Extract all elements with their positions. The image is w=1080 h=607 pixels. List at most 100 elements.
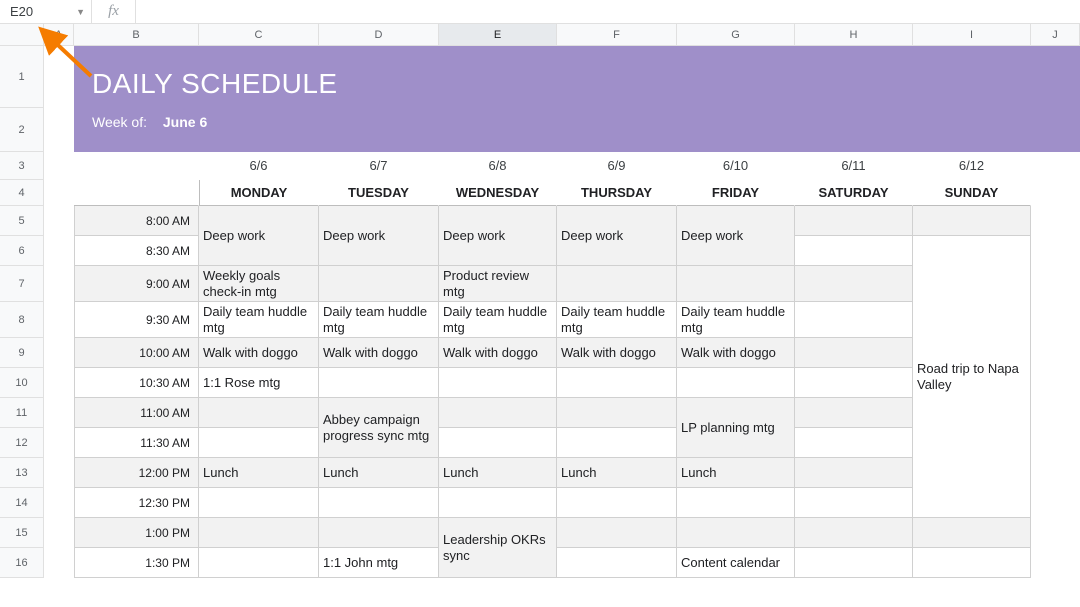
date-tue[interactable]: 6/7 xyxy=(319,152,439,180)
day-sun[interactable]: SUNDAY xyxy=(913,180,1031,206)
cell-A2[interactable] xyxy=(44,108,74,152)
name-box[interactable]: E20 ▼ xyxy=(0,0,92,23)
ev-thu-1300[interactable] xyxy=(557,518,677,548)
date-sat[interactable]: 6/11 xyxy=(795,152,913,180)
ev-sat-1130[interactable] xyxy=(795,428,913,458)
cell-J8[interactable] xyxy=(1031,302,1080,338)
cell-J9[interactable] xyxy=(1031,338,1080,368)
ev-sat-0900[interactable] xyxy=(795,266,913,302)
cell-B3[interactable] xyxy=(74,152,199,180)
time-1130[interactable]: 11:30 AM xyxy=(74,428,199,458)
row-head-10[interactable]: 10 xyxy=(0,368,44,398)
ev-mon-weeklygoals[interactable]: Weekly goals check-in mtg xyxy=(199,266,319,302)
ev-tue-0900[interactable] xyxy=(319,266,439,302)
day-tue[interactable]: TUESDAY xyxy=(319,180,439,206)
ev-mon-lunch[interactable]: Lunch xyxy=(199,458,319,488)
time-1200[interactable]: 12:00 PM xyxy=(74,458,199,488)
select-all-corner[interactable] xyxy=(0,24,44,46)
time-1330[interactable]: 1:30 PM xyxy=(74,548,199,578)
ev-sun-0800[interactable] xyxy=(913,206,1031,236)
ev-sat-1000[interactable] xyxy=(795,338,913,368)
day-fri[interactable]: FRIDAY xyxy=(677,180,795,206)
cell-J4[interactable] xyxy=(1031,180,1080,206)
ev-sun-1300[interactable] xyxy=(913,518,1031,548)
ev-wed-1130[interactable] xyxy=(439,428,557,458)
ev-fri-1030[interactable] xyxy=(677,368,795,398)
ev-wed-1030[interactable] xyxy=(439,368,557,398)
cell-J16[interactable] xyxy=(1031,548,1080,578)
time-0900[interactable]: 9:00 AM xyxy=(74,266,199,302)
cell-J11[interactable] xyxy=(1031,398,1080,428)
ev-thu-doggo[interactable]: Walk with doggo xyxy=(557,338,677,368)
cell-J12[interactable] xyxy=(1031,428,1080,458)
time-1030[interactable]: 10:30 AM xyxy=(74,368,199,398)
ev-sun-roadtrip[interactable]: Road trip to Napa Valley xyxy=(913,236,1031,518)
col-head-G[interactable]: G xyxy=(677,24,795,46)
cell-A6[interactable] xyxy=(44,236,74,266)
row-head-16[interactable]: 16 xyxy=(0,548,44,578)
ev-wed-doggo[interactable]: Walk with doggo xyxy=(439,338,557,368)
ev-thu-1330[interactable] xyxy=(557,548,677,578)
ev-sat-1300[interactable] xyxy=(795,518,913,548)
cell-A5[interactable] xyxy=(44,206,74,236)
ev-thu-1030[interactable] xyxy=(557,368,677,398)
ev-wed-1230[interactable] xyxy=(439,488,557,518)
row-head-5[interactable]: 5 xyxy=(0,206,44,236)
ev-tue-abbey[interactable]: Abbey campaign progress sync mtg xyxy=(319,398,439,458)
ev-fri-contentcal[interactable]: Content calendar xyxy=(677,548,795,578)
ev-sat-1100[interactable] xyxy=(795,398,913,428)
time-0800[interactable]: 8:00 AM xyxy=(74,206,199,236)
col-head-I[interactable]: I xyxy=(913,24,1031,46)
ev-tue-doggo[interactable]: Walk with doggo xyxy=(319,338,439,368)
ev-tue-1030[interactable] xyxy=(319,368,439,398)
time-1230[interactable]: 12:30 PM xyxy=(74,488,199,518)
col-head-B[interactable]: B xyxy=(74,24,199,46)
ev-fri-0900[interactable] xyxy=(677,266,795,302)
ev-sat-0830[interactable] xyxy=(795,236,913,266)
cell-A1[interactable] xyxy=(44,46,74,108)
ev-wed-huddle[interactable]: Daily team huddle mtg xyxy=(439,302,557,338)
ev-wed-1100[interactable] xyxy=(439,398,557,428)
cell-B4[interactable] xyxy=(74,180,199,206)
cell-A7[interactable] xyxy=(44,266,74,302)
row-head-12[interactable]: 12 xyxy=(0,428,44,458)
ev-fri-deepwork[interactable]: Deep work xyxy=(677,206,795,266)
cell-A11[interactable] xyxy=(44,398,74,428)
time-1300[interactable]: 1:00 PM xyxy=(74,518,199,548)
ev-tue-1300[interactable] xyxy=(319,518,439,548)
ev-thu-1130[interactable] xyxy=(557,428,677,458)
spreadsheet-grid[interactable]: A B C D E F G H I J 1 DAILY SCHEDULE Wee… xyxy=(0,24,1080,578)
day-wed[interactable]: WEDNESDAY xyxy=(439,180,557,206)
ev-mon-rose[interactable]: 1:1 Rose mtg xyxy=(199,368,319,398)
time-0830[interactable]: 8:30 AM xyxy=(74,236,199,266)
cell-A9[interactable] xyxy=(44,338,74,368)
ev-thu-0900[interactable] xyxy=(557,266,677,302)
formula-input[interactable] xyxy=(136,0,1080,23)
row-head-11[interactable]: 11 xyxy=(0,398,44,428)
ev-mon-deepwork[interactable]: Deep work xyxy=(199,206,319,266)
day-thu[interactable]: THURSDAY xyxy=(557,180,677,206)
col-head-J[interactable]: J xyxy=(1031,24,1080,46)
cell-J15[interactable] xyxy=(1031,518,1080,548)
ev-thu-huddle[interactable]: Daily team huddle mtg xyxy=(557,302,677,338)
ev-mon-1330[interactable] xyxy=(199,548,319,578)
row-head-2[interactable]: 2 xyxy=(0,108,44,152)
cell-J13[interactable] xyxy=(1031,458,1080,488)
day-mon[interactable]: MONDAY xyxy=(199,180,319,206)
ev-sat-0800[interactable] xyxy=(795,206,913,236)
ev-mon-huddle[interactable]: Daily team huddle mtg xyxy=(199,302,319,338)
ev-tue-john[interactable]: 1:1 John mtg xyxy=(319,548,439,578)
col-head-E[interactable]: E xyxy=(439,24,557,46)
ev-thu-1230[interactable] xyxy=(557,488,677,518)
ev-tue-1230[interactable] xyxy=(319,488,439,518)
ev-sun-1330[interactable] xyxy=(913,548,1031,578)
ev-wed-productreview[interactable]: Product review mtg xyxy=(439,266,557,302)
ev-mon-1300[interactable] xyxy=(199,518,319,548)
cell-A13[interactable] xyxy=(44,458,74,488)
cell-A14[interactable] xyxy=(44,488,74,518)
cell-A16[interactable] xyxy=(44,548,74,578)
cell-J14[interactable] xyxy=(1031,488,1080,518)
cell-A3[interactable] xyxy=(44,152,74,180)
ev-mon-doggo[interactable]: Walk with doggo xyxy=(199,338,319,368)
ev-tue-deepwork[interactable]: Deep work xyxy=(319,206,439,266)
